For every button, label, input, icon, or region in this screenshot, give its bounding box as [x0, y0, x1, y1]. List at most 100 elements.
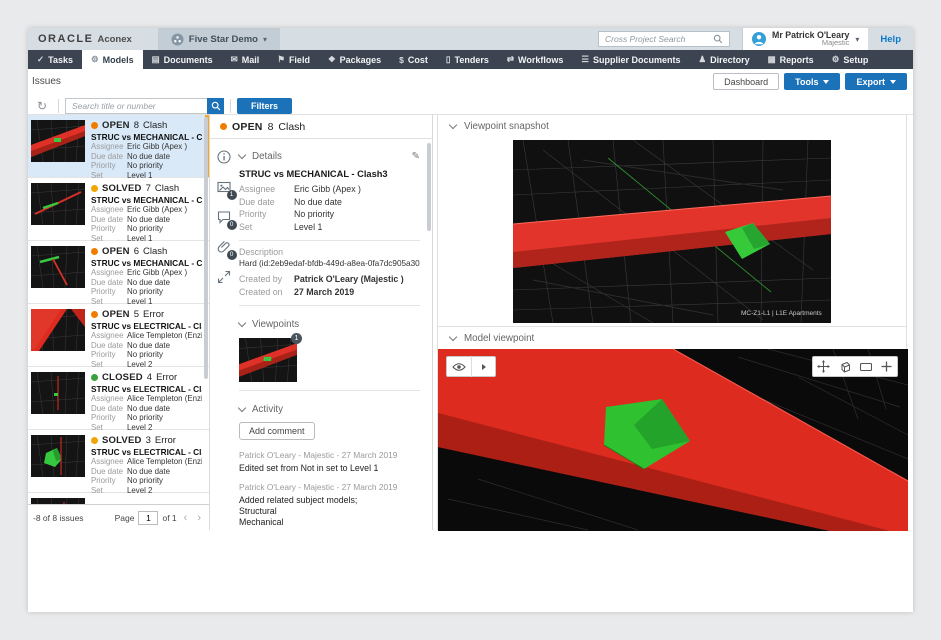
tasks-icon: ✓ — [37, 54, 44, 65]
field-value: No due date — [127, 404, 170, 414]
next-page-icon[interactable]: › — [194, 512, 204, 524]
nav-tab-tasks[interactable]: ✓ Tasks — [28, 50, 82, 69]
search-button[interactable] — [207, 98, 224, 114]
nav-tab-supplier-documents[interactable]: ☰Supplier Documents — [572, 50, 689, 69]
user-menu[interactable]: Mr Patrick O'Leary Majestic ▾ — [742, 28, 868, 50]
tools-button[interactable]: Tools — [784, 73, 840, 90]
issue-card-7[interactable]: SOLVED7ClashSTRUC vs MECHANICAL - Clash2… — [28, 178, 209, 241]
edit-icon[interactable]: ✎ — [412, 151, 420, 162]
top-bar: ORACLE Aconex Five Star Demo ▾ Mr Patric… — [28, 28, 913, 50]
aconex-logo: Aconex — [97, 34, 131, 45]
expand-toolbar-icon[interactable] — [471, 356, 495, 377]
attachments-icon[interactable]: 0 — [217, 240, 231, 254]
field-label: Due date — [91, 152, 127, 162]
viewpoints-section-header[interactable]: Viewpoints — [239, 312, 420, 336]
nav-tab-reports[interactable]: ▦Reports — [759, 50, 823, 69]
mail-icon: ✉ — [231, 54, 238, 65]
field-label: Assignee — [91, 205, 127, 215]
field-label: Due date — [91, 215, 127, 225]
field-value: Alice Templeton (Enzic... — [127, 457, 202, 467]
issue-number: 3 — [146, 435, 151, 446]
nav-tab-mail[interactable]: ✉Mail — [222, 50, 269, 69]
add-comment-button[interactable]: Add comment — [239, 422, 315, 440]
model-section-header[interactable]: Model viewpoint — [438, 327, 906, 349]
comments-icon[interactable]: 0 — [217, 210, 231, 224]
activity-section-label: Activity — [252, 404, 283, 415]
cross-project-search-input[interactable] — [605, 34, 713, 44]
nav-tab-tenders[interactable]: ▯Tenders — [437, 50, 498, 69]
packages-icon: ❖ — [328, 54, 336, 65]
issue-title: STRUC vs MECHANICAL - Clash3 — [91, 132, 202, 142]
field-label: Assignee — [91, 268, 127, 278]
nav-tab-packages[interactable]: ❖ Packages — [319, 50, 390, 69]
collapse-icon — [449, 332, 457, 340]
issue-type: Error — [155, 435, 176, 446]
topbar-right: Mr Patrick O'Leary Majestic ▾ Help — [598, 28, 913, 50]
nav-tab-cost[interactable]: $Cost — [390, 50, 437, 69]
refresh-icon[interactable]: ↻ — [32, 99, 52, 113]
export-button[interactable]: Export — [845, 73, 907, 90]
nav-tab-setup[interactable]: ⚙Setup — [823, 50, 878, 69]
prev-page-icon[interactable]: ‹ — [181, 512, 191, 524]
nav-tab-label: Packages — [340, 55, 382, 65]
dashboard-button[interactable]: Dashboard — [713, 73, 779, 90]
page-number-input[interactable] — [138, 511, 158, 525]
issue-type: Clash — [155, 183, 179, 194]
description-value: Hard (id:2eb9edaf-bfdb-449d-a8ea-0fa7dc9… — [239, 259, 420, 268]
issue-search-input[interactable] — [65, 98, 207, 114]
nav-tab-label: Documents — [164, 55, 213, 65]
filters-button[interactable]: Filters — [237, 98, 292, 114]
issue-type: Error — [143, 309, 164, 320]
pan-icon[interactable] — [813, 356, 834, 377]
nav-tab-models[interactable]: ⚙Models — [82, 50, 143, 69]
details-section-header[interactable]: Details ✎ — [239, 144, 420, 168]
cross-project-search[interactable] — [598, 31, 730, 47]
activity-section-header[interactable]: Activity — [239, 397, 420, 421]
issue-type: Clash — [143, 120, 167, 131]
project-icon — [171, 33, 184, 46]
workflows-icon: ⇄ — [507, 54, 514, 65]
field-value: No due date — [127, 215, 170, 225]
issue-card-8[interactable]: OPEN8ClashSTRUC vs MECHANICAL - Clash3As… — [28, 115, 209, 178]
app-window: ORACLE Aconex Five Star Demo ▾ Mr Patric… — [28, 28, 913, 612]
field-value: No priority — [127, 224, 163, 234]
field-icon: ⚑ — [277, 54, 285, 65]
snapshot-section-header[interactable]: Viewpoint snapshot — [438, 115, 906, 137]
nav-tab-directory[interactable]: ♟Directory — [690, 50, 759, 69]
help-link[interactable]: Help — [868, 34, 913, 45]
user-meta: Mr Patrick O'Leary Majestic — [772, 31, 849, 47]
issue-card[interactable] — [28, 493, 209, 504]
issue-card-5[interactable]: OPEN5ErrorSTRUC vs ELECTRICAL - Clash4As… — [28, 304, 209, 367]
field-value: No due date — [127, 152, 170, 162]
issue-card-text: SOLVED7ClashSTRUC vs MECHANICAL - Clash2… — [91, 183, 202, 240]
viewpoint-thumbnail[interactable]: 1 — [239, 338, 297, 382]
field-value: No due date — [127, 278, 170, 288]
scrollbar[interactable] — [204, 117, 208, 379]
issue-card-3[interactable]: SOLVED3ErrorSTRUC vs ELECTRICAL - Clash2… — [28, 430, 209, 493]
nav-tab-field[interactable]: ⚑Field — [268, 50, 319, 69]
zoom-in-icon[interactable] — [876, 356, 897, 377]
info-icon[interactable] — [217, 150, 231, 164]
nav-tab-label: Tasks — [48, 55, 73, 65]
nav-tab-documents[interactable]: ▤Documents — [143, 50, 222, 69]
zoom-out-icon[interactable] — [855, 356, 876, 377]
assignee-label: Assignee — [239, 183, 294, 196]
search-icon[interactable] — [713, 34, 723, 44]
due-date-label: Due date — [239, 196, 294, 209]
viewpoints-icon[interactable]: 1 — [217, 180, 231, 194]
field-value: No priority — [127, 350, 163, 360]
project-selector[interactable]: Five Star Demo ▾ — [158, 28, 280, 50]
set-value: Level 1 — [294, 221, 322, 234]
visibility-eye-icon[interactable] — [447, 356, 471, 377]
field-label: Priority — [91, 287, 127, 297]
status-dot — [91, 374, 98, 381]
field-label: Assignee — [91, 142, 127, 152]
scrollbar[interactable] — [427, 143, 431, 231]
orbit-cube-icon[interactable] — [834, 356, 855, 377]
issue-card-4[interactable]: CLOSED4ErrorSTRUC vs ELECTRICAL - Clash3… — [28, 367, 209, 430]
model-viewer[interactable] — [438, 349, 906, 531]
issue-card-6[interactable]: OPEN6ClashSTRUC vs MECHANICAL - Clash1As… — [28, 241, 209, 304]
related-items-icon[interactable] — [217, 270, 231, 284]
issue-type: Clash — [143, 246, 167, 257]
nav-tab-workflows[interactable]: ⇄Workflows — [498, 50, 572, 69]
